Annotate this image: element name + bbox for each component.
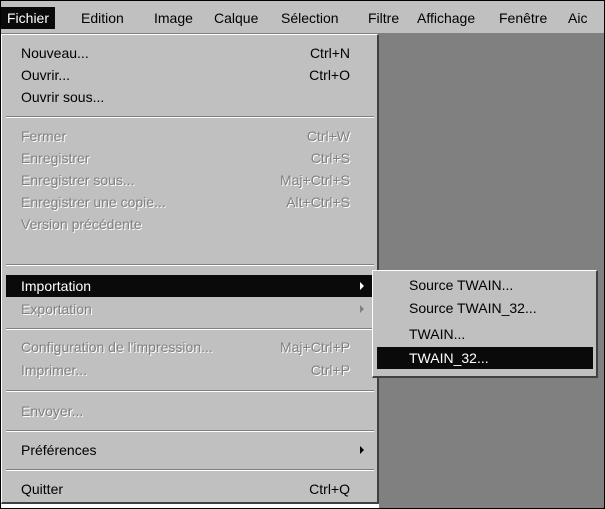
menu-affichage[interactable]: Affichage — [411, 7, 481, 29]
menu-item-quitter[interactable]: Quitter Ctrl+Q — [6, 478, 374, 500]
menu-item-envoyer: Envoyer... — [6, 400, 374, 422]
menu-separator — [6, 264, 374, 266]
menu-item-shortcut: Ctrl+O — [309, 67, 350, 83]
menu-item-label: Ouvrir sous... — [21, 89, 105, 105]
menu-item-configuration-impression: Configuration de l'impression... Maj+Ctr… — [6, 336, 374, 358]
menu-item-version-precedente: Version précédente — [6, 213, 374, 235]
menu-item-label: Enregistrer sous... — [21, 172, 135, 188]
menu-item-ouvrir-sous[interactable]: Ouvrir sous... — [6, 86, 374, 108]
menu-item-label: Préférences — [21, 442, 97, 458]
menu-item-label: Fermer — [21, 128, 67, 144]
menu-item-shortcut: Ctrl+N — [309, 45, 350, 61]
menu-item-shortcut: Ctrl+S — [310, 150, 350, 166]
menu-item-shortcut: Ctrl+Q — [309, 481, 350, 497]
menu-item-ouvrir[interactable]: Ouvrir... Ctrl+O — [6, 64, 374, 86]
menu-image[interactable]: Image — [148, 7, 199, 29]
menu-item-shortcut: Ctrl+P — [310, 362, 350, 378]
menu-item-nouveau[interactable]: Nouveau... Ctrl+N — [6, 42, 374, 64]
submenu-item-label: Source TWAIN_32... — [409, 300, 537, 316]
menu-separator — [6, 430, 374, 432]
menu-calque[interactable]: Calque — [208, 7, 264, 29]
menu-item-imprimer: Imprimer... Ctrl+P — [6, 359, 374, 381]
menu-item-label: Exportation — [21, 301, 92, 317]
app-window: Fichier Edition Image Calque Sélection F… — [0, 0, 605, 509]
menu-item-label: Nouveau... — [21, 45, 89, 61]
menu-item-enregistrer-sous: Enregistrer sous... Maj+Ctrl+S — [6, 169, 374, 191]
menu-item-label: Envoyer... — [21, 403, 84, 419]
submenu-item-label: Source TWAIN... — [409, 277, 514, 293]
menu-item-label: Quitter — [21, 481, 64, 497]
menu-fichier[interactable]: Fichier — [1, 7, 56, 29]
submenu-arrow-icon — [360, 282, 364, 290]
menu-edition[interactable]: Edition — [75, 7, 130, 29]
menu-separator — [6, 116, 374, 118]
menu-item-shortcut: Maj+Ctrl+P — [279, 339, 350, 355]
submenu-arrow-icon — [360, 446, 364, 454]
menu-item-shortcut: Ctrl+W — [306, 128, 350, 144]
submenu-arrow-icon — [360, 305, 364, 313]
submenu-item-twain-32[interactable]: TWAIN_32... — [377, 347, 593, 369]
menu-item-shortcut: Alt+Ctrl+S — [286, 194, 350, 210]
menu-item-exportation: Exportation — [6, 298, 374, 320]
submenu-item-source-twain[interactable]: Source TWAIN... — [377, 274, 593, 296]
menu-item-label: Enregistrer une copie... — [21, 194, 166, 210]
menu-filtre[interactable]: Filtre — [362, 7, 405, 29]
menu-selection[interactable]: Sélection — [275, 7, 345, 29]
menu-item-label: Enregistrer — [21, 150, 90, 166]
import-submenu: Source TWAIN... Source TWAIN_32... TWAIN… — [372, 270, 598, 378]
submenu-item-source-twain-32[interactable]: Source TWAIN_32... — [377, 297, 593, 319]
menu-item-label: Configuration de l'impression... — [21, 339, 213, 355]
file-menu-dropdown: Nouveau... Ctrl+N Ouvrir... Ctrl+O Ouvri… — [1, 34, 379, 504]
menu-separator — [6, 390, 374, 392]
submenu-item-twain[interactable]: TWAIN... — [377, 323, 593, 345]
submenu-item-label: TWAIN_32... — [409, 350, 489, 366]
menu-bar: Fichier Edition Image Calque Sélection F… — [1, 1, 604, 34]
menu-item-shortcut: Maj+Ctrl+S — [279, 172, 350, 188]
menu-separator — [6, 469, 374, 471]
menu-item-label: Importation — [21, 278, 92, 294]
menu-fenetre[interactable]: Fenêtre — [493, 7, 553, 29]
menu-item-importation[interactable]: Importation — [6, 275, 374, 297]
menu-item-enregistrer: Enregistrer Ctrl+S — [6, 147, 374, 169]
menu-item-label: Ouvrir... — [21, 67, 71, 83]
menu-aide[interactable]: Aic — [562, 7, 593, 29]
menu-separator — [6, 328, 374, 330]
menu-item-preferences[interactable]: Préférences — [6, 439, 374, 461]
menu-item-enregistrer-copie: Enregistrer une copie... Alt+Ctrl+S — [6, 191, 374, 213]
menu-item-fermer: Fermer Ctrl+W — [6, 125, 374, 147]
menu-item-label: Imprimer... — [21, 362, 88, 378]
submenu-item-label: TWAIN... — [409, 326, 466, 342]
menu-item-label: Version précédente — [21, 216, 142, 232]
